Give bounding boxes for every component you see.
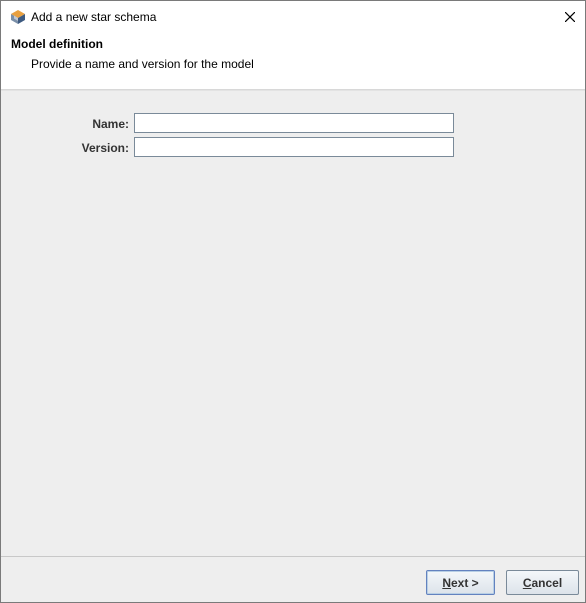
next-button[interactable]: Next >: [426, 570, 495, 595]
name-input[interactable]: [134, 113, 454, 133]
version-input[interactable]: [134, 137, 454, 157]
name-label: Name:: [92, 117, 129, 131]
dialog-window: Add a new star schema Model definition P…: [0, 0, 586, 603]
cancel-button-label: ancel: [531, 575, 563, 590]
close-icon: [564, 7, 576, 26]
wizard-header: Model definition Provide a name and vers…: [1, 32, 585, 89]
button-bar: Next > Cancel: [1, 557, 585, 602]
next-button-mnemonic: N: [442, 575, 451, 590]
header-title: Model definition: [11, 37, 103, 51]
close-button[interactable]: [555, 1, 585, 31]
version-label: Version:: [81, 141, 129, 155]
window-title: Add a new star schema: [31, 10, 157, 24]
cancel-button-mnemonic: C: [522, 575, 532, 590]
form-panel: Name: Version:: [1, 91, 585, 556]
title-bar[interactable]: Add a new star schema: [1, 1, 585, 32]
cancel-button[interactable]: Cancel: [506, 570, 579, 595]
pentaho-cube-icon: [10, 9, 26, 25]
next-button-label: ext >: [450, 575, 479, 590]
header-description: Provide a name and version for the model: [31, 57, 254, 71]
